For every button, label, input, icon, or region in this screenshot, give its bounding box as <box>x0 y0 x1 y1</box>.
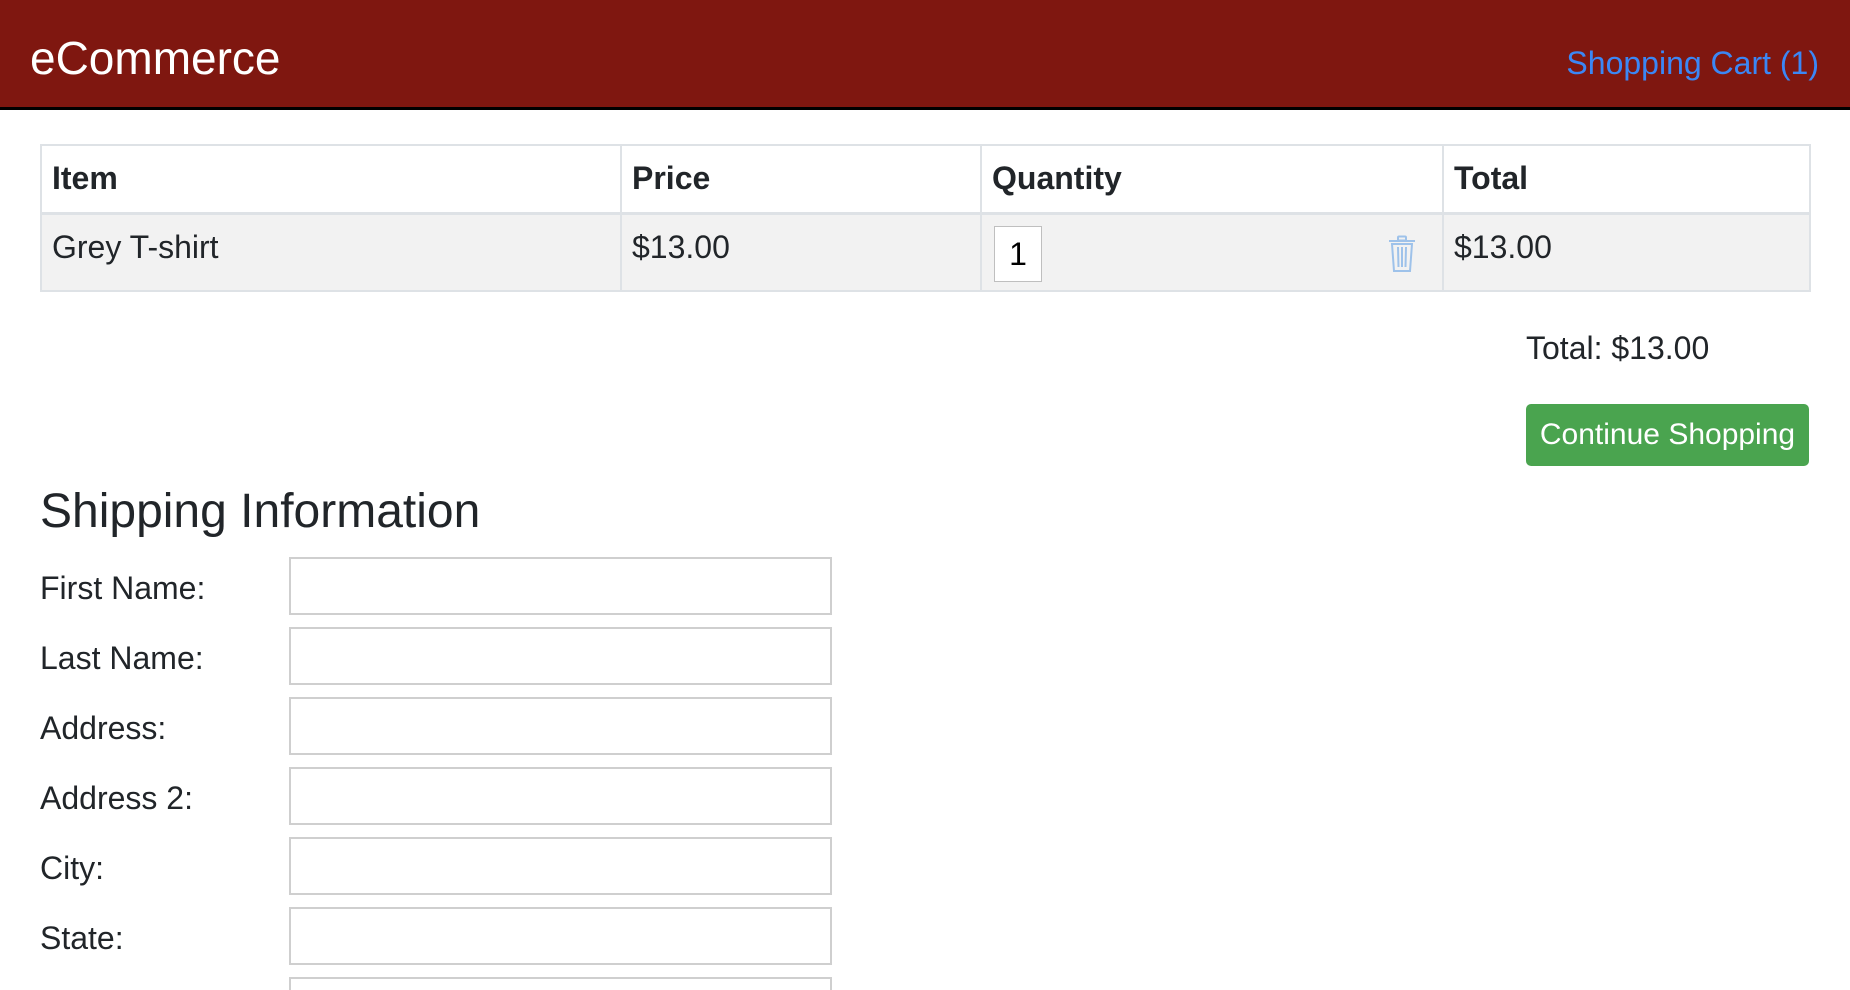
last-name-field[interactable] <box>289 627 832 685</box>
state-row: State: <box>40 907 840 965</box>
brand-logo[interactable]: eCommerce <box>30 30 281 86</box>
city-row: City: <box>40 837 840 895</box>
continue-shopping-button[interactable]: Continue Shopping <box>1526 404 1809 466</box>
next-field-row <box>40 977 840 990</box>
first-name-row: First Name: <box>40 557 840 615</box>
first-name-field[interactable] <box>289 557 832 615</box>
item-total: $13.00 <box>1442 212 1811 292</box>
last-name-label: Last Name: <box>40 640 204 676</box>
city-label: City: <box>40 850 104 886</box>
city-field[interactable] <box>289 837 832 895</box>
address-row: Address: <box>40 697 840 755</box>
navbar: eCommerce Shopping Cart (1) <box>0 0 1850 110</box>
column-header-price: Price <box>620 144 982 215</box>
column-header-item: Item <box>40 144 622 215</box>
column-header-total: Total <box>1442 144 1811 215</box>
first-name-label: First Name: <box>40 570 206 606</box>
last-name-row: Last Name: <box>40 627 840 685</box>
next-field[interactable] <box>289 977 832 990</box>
address-field[interactable] <box>289 697 832 755</box>
address-2-label: Address 2: <box>40 780 193 816</box>
cart-table: Item Price Quantity Total Grey T-shirt $… <box>40 144 1811 292</box>
page: eCommerce Shopping Cart (1) Item Price Q… <box>0 0 1850 990</box>
state-label: State: <box>40 920 124 956</box>
shipping-information-heading: Shipping Information <box>40 485 481 538</box>
state-field[interactable] <box>289 907 832 965</box>
item-price: $13.00 <box>620 212 982 292</box>
shopping-cart-link[interactable]: Shopping Cart (1) <box>1566 44 1819 82</box>
quantity-cell: 1 <box>980 212 1444 292</box>
cart-header-row: Item Price Quantity Total <box>40 144 1811 215</box>
cart-grand-total: Total: $13.00 <box>1526 330 1710 366</box>
quantity-input[interactable]: 1 <box>994 225 1042 282</box>
table-row: Grey T-shirt $13.00 1 $13.00 <box>40 212 1811 292</box>
item-name: Grey T-shirt <box>40 212 622 292</box>
address-label: Address: <box>40 710 167 746</box>
trash-icon[interactable] <box>1387 235 1417 273</box>
column-header-quantity: Quantity <box>980 144 1444 215</box>
address-2-field[interactable] <box>289 767 832 825</box>
address-2-row: Address 2: <box>40 767 840 825</box>
